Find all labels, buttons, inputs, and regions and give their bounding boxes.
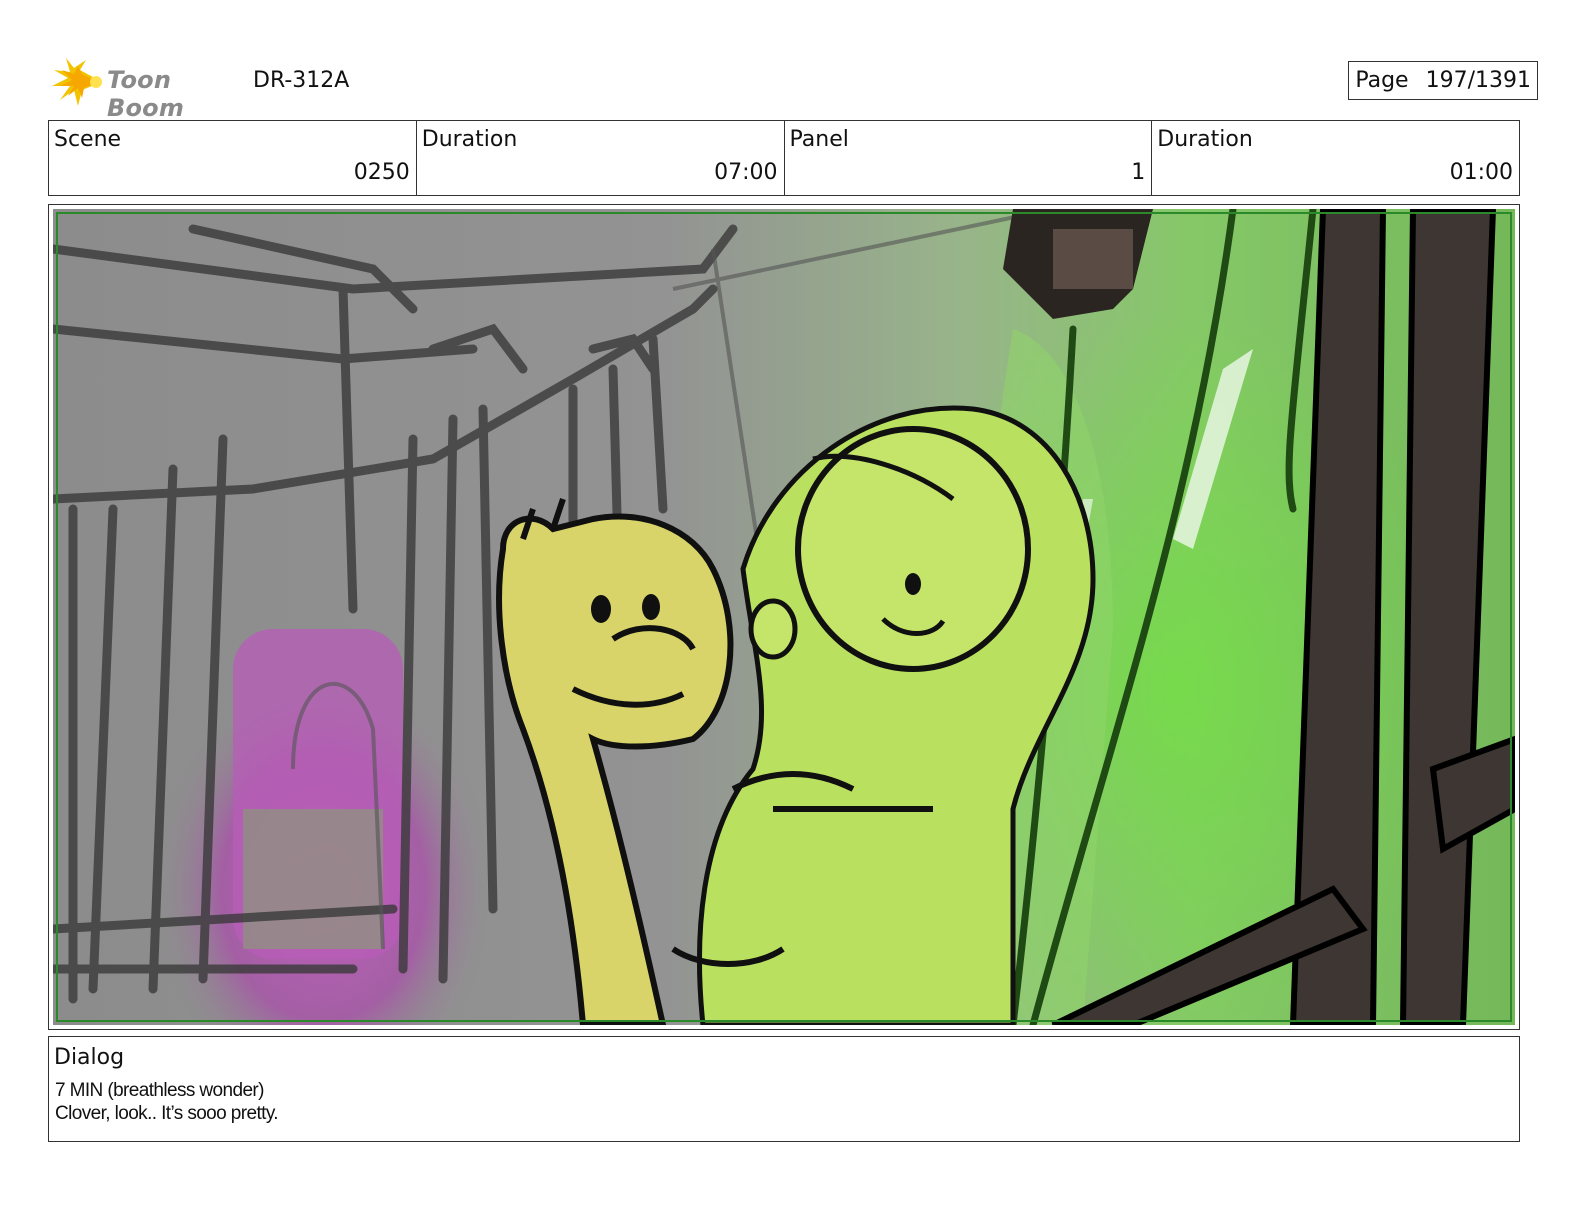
storyboard-panel-frame xyxy=(48,204,1520,1030)
brand-name: Toon Boom xyxy=(107,66,185,122)
page-counter: Page 197/1391 xyxy=(1348,61,1538,100)
panel-duration-label: Duration xyxy=(1157,127,1253,152)
panel-duration-value: 01:00 xyxy=(1449,160,1513,185)
dialog-box: Dialog 7 MIN (breathless wonder) Clover,… xyxy=(48,1036,1520,1142)
project-code: DR-312A xyxy=(253,68,350,93)
dialog-line-1: 7 MIN (breathless wonder) xyxy=(55,1080,264,1101)
scene-label: Scene xyxy=(54,127,122,152)
panel-duration-cell: Duration 01:00 xyxy=(1152,121,1519,195)
scene-info-table: Scene 0250 Duration 07:00 Panel 1 Durati… xyxy=(48,120,1520,196)
scene-duration-label: Duration xyxy=(421,127,518,152)
starburst-icon xyxy=(52,58,102,106)
page-value: 197/1391 xyxy=(1425,68,1531,93)
toon-boom-logo: Toon Boom xyxy=(52,56,242,122)
page-label: Page xyxy=(1355,68,1409,93)
scene-value: 0250 xyxy=(353,160,410,185)
dialog-line-2: Clover, look.. It’s sooo pretty. xyxy=(55,1103,279,1124)
scene-duration-value: 07:00 xyxy=(714,160,778,185)
panel-label: Panel xyxy=(789,127,849,152)
storyboard-panel-image xyxy=(53,209,1515,1025)
scene-duration-cell: Duration 07:00 xyxy=(417,121,785,195)
dialog-title: Dialog xyxy=(54,1045,125,1070)
panel-cell: Panel 1 xyxy=(785,121,1153,195)
dialog-text: 7 MIN (breathless wonder) Clover, look..… xyxy=(55,1079,279,1125)
storyboard-sketch xyxy=(53,209,1515,1025)
page-header: Toon Boom DR-312A Page 197/1391 xyxy=(48,54,1538,122)
panel-value: 1 xyxy=(1131,160,1146,185)
scene-cell: Scene 0250 xyxy=(49,121,417,195)
